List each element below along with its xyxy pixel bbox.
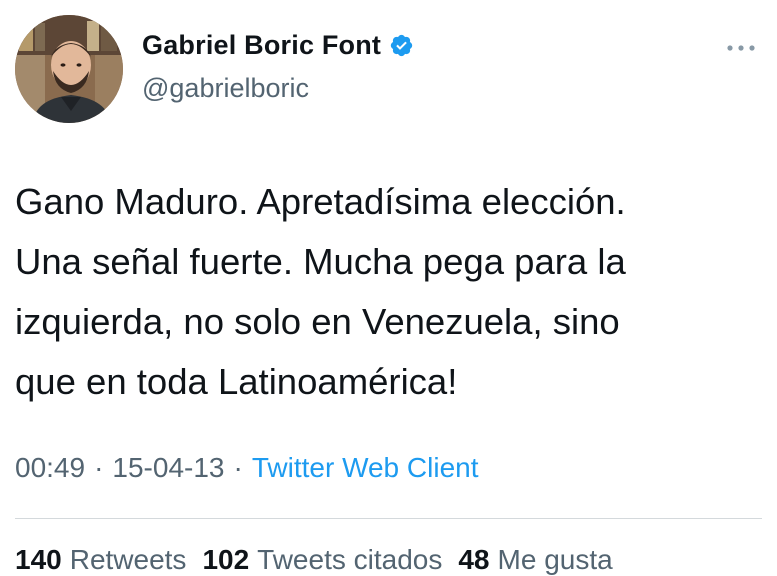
author-handle[interactable]: @gabrielboric (142, 73, 309, 104)
more-options-icon[interactable] (725, 40, 757, 56)
verified-badge-icon (389, 33, 414, 58)
meta-separator: · (94, 452, 104, 483)
quotes-label: Tweets citados (257, 544, 443, 575)
quotes-stat[interactable]: 102 Tweets citados (202, 544, 442, 576)
tweet-card: Gabriel Boric Font @gabrielboric Gano Ma… (0, 0, 777, 575)
tweet-text: Gano Maduro. Apretadísima elección. Una … (15, 181, 626, 402)
tweet-stats: 140 Retweets 102 Tweets citados 48 Me gu… (15, 544, 613, 576)
likes-stat[interactable]: 48 Me gusta (458, 544, 612, 576)
quotes-count: 102 (202, 544, 250, 575)
tweet-client-link[interactable]: Twitter Web Client (252, 452, 479, 484)
tweet-date[interactable]: 15-04-13 (112, 452, 224, 484)
author-name-row: Gabriel Boric Font (142, 30, 414, 61)
divider (15, 518, 762, 519)
retweets-label: Retweets (69, 544, 187, 575)
meta-separator: · (233, 452, 243, 483)
avatar[interactable] (15, 15, 123, 123)
likes-count: 48 (458, 544, 490, 575)
tweet-meta: 00:49 · 15-04-13 · Twitter Web Client (15, 452, 479, 484)
tweet-time[interactable]: 00:49 (15, 452, 85, 484)
author-display-name[interactable]: Gabriel Boric Font (142, 30, 381, 61)
likes-label: Me gusta (497, 544, 613, 575)
retweets-count: 140 (15, 544, 62, 575)
retweets-stat[interactable]: 140 Retweets (15, 544, 186, 576)
